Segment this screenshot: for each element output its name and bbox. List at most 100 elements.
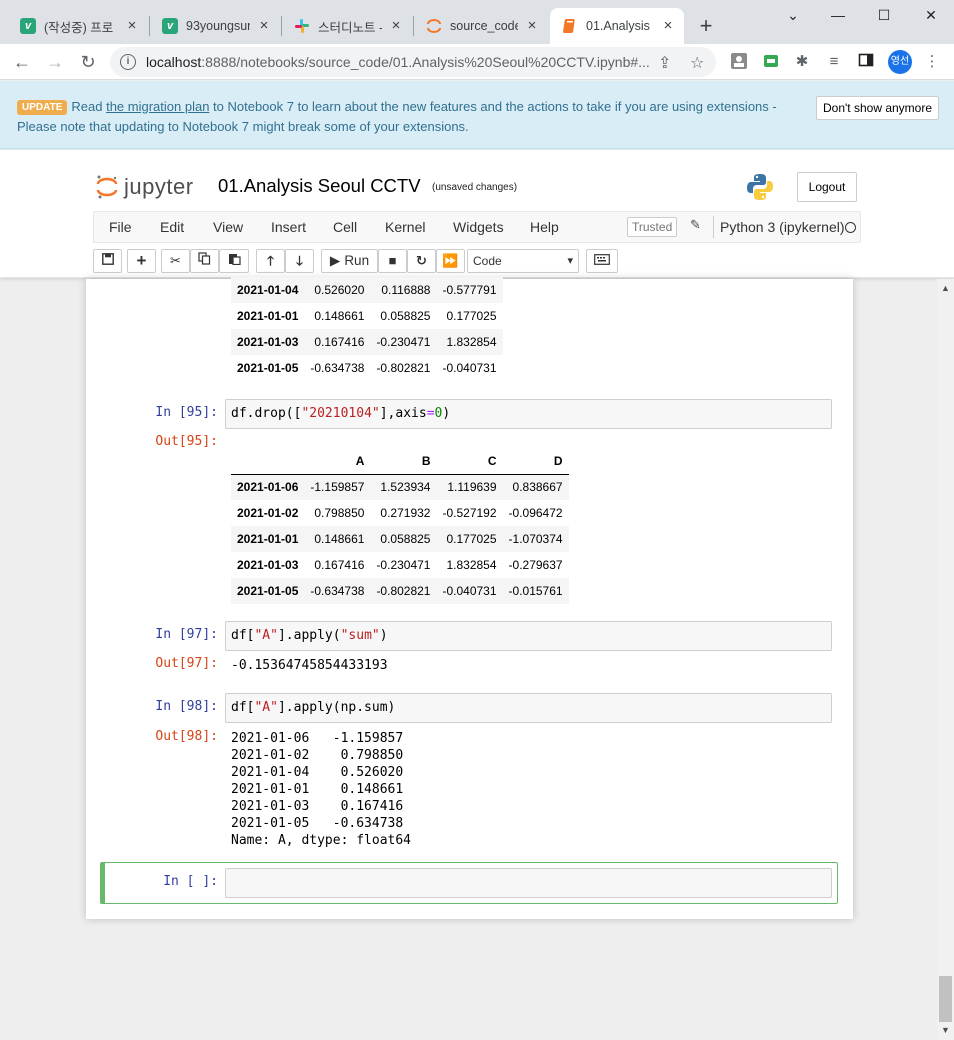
save-status: (unsaved changes): [432, 182, 518, 193]
minimize-icon[interactable]: —: [815, 0, 861, 30]
browser-tab-1[interactable]: v (작성중) 프로 ×: [8, 8, 148, 44]
browser-tab-5-active[interactable]: 01.Analysis S ×: [550, 8, 684, 44]
plus-icon: +: [136, 251, 147, 270]
browser-tab-strip: v (작성중) 프로 × v 93youngsun × 스터디노트 - × so…: [0, 0, 954, 44]
code-input-95[interactable]: df.drop(["20210104"],axis=0): [225, 399, 832, 429]
cell-type-value: Code: [473, 254, 502, 268]
menu-view[interactable]: View: [213, 212, 243, 242]
table-row: 2021-01-03 0.167416 -0.230471 1.832854 -…: [237, 558, 563, 572]
share-icon[interactable]: ⇪: [658, 53, 671, 73]
restart-button[interactable]: ↻: [407, 249, 436, 273]
trusted-indicator[interactable]: Trusted: [627, 217, 678, 237]
puzzle-extensions-icon[interactable]: ✱: [792, 52, 812, 72]
table-row: 2021-01-05 -0.634738 -0.802821 -0.040731…: [231, 578, 569, 604]
profile-avatar[interactable]: 영선: [888, 50, 912, 74]
close-tab-icon[interactable]: ×: [256, 18, 272, 34]
table-header-row: A B C D: [231, 448, 569, 475]
stop-icon: ■: [388, 253, 397, 268]
scroll-down-icon[interactable]: ▼: [941, 1025, 950, 1035]
menu-edit[interactable]: Edit: [160, 212, 184, 242]
interrupt-button[interactable]: ■: [378, 249, 407, 273]
page-scrollbar[interactable]: ▲ ▼: [937, 279, 954, 1040]
jupyter-wordmark: jupyter: [124, 174, 194, 199]
restart-icon: ↻: [416, 253, 427, 268]
scroll-up-icon[interactable]: ▲: [941, 283, 950, 293]
chevron-down-icon: ▾: [567, 255, 573, 267]
dataframe-output-95: A B C D 2021-01-06 -1.159857 1.523934 1.…: [231, 448, 569, 604]
text-output-98: 2021-01-06 -1.159857 2021-01-02 0.798850…: [231, 731, 412, 848]
insert-cell-button[interactable]: +: [127, 249, 156, 273]
table-row: 2021-01-06 -1.159857 1.523934 1.119639 0…: [231, 474, 569, 500]
restart-run-all-button[interactable]: ⏩: [436, 249, 465, 273]
fast-forward-icon: ⏩: [442, 253, 459, 268]
menu-help[interactable]: Help: [530, 212, 559, 242]
jupyter-header: jupyter 01.Analysis Seoul CCTV (unsaved …: [0, 150, 954, 278]
save-button[interactable]: [93, 249, 122, 273]
star-icon[interactable]: ☆: [690, 53, 704, 73]
in-prompt-empty: In [ ]:: [163, 874, 218, 889]
in-prompt-95: In [95]:: [155, 405, 218, 420]
text-output-97: -0.15364745854433193: [231, 658, 388, 673]
clipboard-icon: [228, 253, 241, 268]
copy-button[interactable]: [190, 249, 219, 273]
address-bar[interactable]: i localhost:8888/notebooks/source_code/0…: [110, 47, 716, 77]
in-prompt-98: In [98]:: [155, 699, 218, 714]
close-window-icon[interactable]: ✕: [908, 0, 954, 30]
menu-bar: File Edit View Insert Cell Kernel Widget…: [93, 211, 861, 243]
kebab-menu-icon[interactable]: ⋮: [922, 52, 942, 72]
close-tab-icon[interactable]: ×: [388, 18, 404, 34]
banner-text: UPDATE Read the migration plan to Noteboo…: [17, 99, 777, 134]
dont-show-anymore-button[interactable]: Don't show anymore: [816, 96, 940, 120]
code-input-97[interactable]: df["A"].apply("sum"): [225, 621, 832, 651]
menu-kernel[interactable]: Kernel: [385, 212, 425, 242]
menu-insert[interactable]: Insert: [271, 212, 306, 242]
python-logo-icon: [745, 172, 775, 202]
vlog-icon: v: [162, 18, 178, 34]
url-text: localhost:8888/notebooks/source_code/01.…: [146, 54, 650, 70]
extension-photo-icon[interactable]: [729, 52, 749, 72]
media-control-icon[interactable]: ≡: [824, 52, 844, 72]
site-info-icon[interactable]: i: [120, 54, 136, 70]
menu-cell[interactable]: Cell: [333, 212, 357, 242]
code-input-empty[interactable]: [225, 868, 832, 898]
menu-widgets[interactable]: Widgets: [453, 212, 504, 242]
pencil-edit-icon[interactable]: ✎: [690, 217, 701, 233]
forward-arrow-icon[interactable]: →: [43, 50, 67, 74]
run-button[interactable]: ▶ Run: [321, 249, 378, 273]
cut-button[interactable]: ✂: [161, 249, 190, 273]
new-tab-icon[interactable]: +: [694, 14, 718, 38]
chevron-down-icon[interactable]: ⌄: [770, 0, 816, 30]
maximize-icon[interactable]: ☐: [861, 0, 907, 30]
browser-tab-2[interactable]: v 93youngsun ×: [150, 8, 280, 44]
close-tab-icon[interactable]: ×: [524, 18, 540, 34]
migration-plan-link[interactable]: the migration plan: [106, 99, 209, 114]
tab-title: (작성중) 프로: [44, 20, 114, 35]
reload-icon[interactable]: ↻: [76, 50, 100, 74]
move-down-button[interactable]: 🡓: [285, 249, 314, 273]
tab-title: 01.Analysis S: [586, 19, 654, 33]
move-up-button[interactable]: 🡑: [256, 249, 285, 273]
menu-file[interactable]: File: [109, 212, 132, 242]
play-icon: ▶: [329, 253, 341, 268]
jupyter-logo[interactable]: jupyter: [96, 172, 194, 202]
extension-green-icon[interactable]: [761, 52, 781, 72]
tab-title: 스터디노트 -: [318, 20, 382, 35]
jupyter-icon: [426, 18, 442, 34]
logout-button[interactable]: Logout: [797, 172, 857, 202]
browser-tab-3[interactable]: 스터디노트 - ×: [282, 8, 412, 44]
side-panel-icon[interactable]: [856, 52, 876, 72]
table-row: 2021-01-04 0.526020 0.116888 -0.577791: [231, 277, 503, 303]
menu-divider: [713, 216, 714, 238]
copy-icon: [198, 252, 211, 268]
kernel-name[interactable]: Python 3 (ipykernel): [720, 212, 845, 242]
code-input-98[interactable]: df["A"].apply(np.sum): [225, 693, 832, 723]
notebook-name[interactable]: 01.Analysis Seoul CCTV: [218, 175, 421, 197]
close-tab-icon[interactable]: ×: [124, 18, 140, 34]
back-arrow-icon[interactable]: ←: [10, 50, 34, 74]
scrollbar-thumb[interactable]: [939, 976, 952, 1022]
command-palette-button[interactable]: [586, 249, 618, 273]
cell-type-select[interactable]: Code ▾: [467, 249, 579, 273]
browser-tab-4[interactable]: source_code/ ×: [414, 8, 548, 44]
close-tab-icon[interactable]: ×: [660, 18, 676, 34]
paste-button[interactable]: [219, 249, 249, 273]
